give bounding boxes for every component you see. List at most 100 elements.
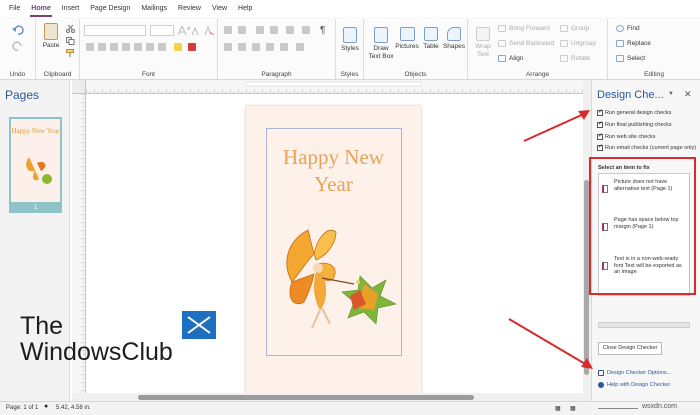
highlight-icon[interactable] bbox=[174, 43, 182, 51]
text-direction-icon[interactable] bbox=[296, 43, 304, 51]
superscript-icon[interactable] bbox=[146, 43, 154, 51]
zoom-slider[interactable] bbox=[598, 408, 638, 409]
replace-button[interactable]: Replace bbox=[616, 40, 651, 47]
pictures-button[interactable]: Pictures bbox=[394, 27, 420, 51]
clipboard-group: Paste Clipboard bbox=[36, 19, 80, 79]
tab-mailings[interactable]: Mailings bbox=[140, 3, 168, 14]
normal-view-icon[interactable]: ▦ bbox=[555, 405, 561, 412]
checkbox-web-site-label: Run web site checks bbox=[605, 134, 656, 140]
show-formatting-icon[interactable]: ¶ bbox=[320, 25, 325, 36]
headline-text[interactable]: Happy New Year bbox=[246, 144, 421, 198]
select-label: Select bbox=[627, 55, 646, 62]
horizontal-ruler[interactable] bbox=[86, 80, 583, 94]
paragraph-group: ¶ Paragraph bbox=[218, 19, 336, 79]
clipboard-group-label: Clipboard bbox=[43, 71, 72, 78]
editing-group: Find Replace Select Editing bbox=[608, 19, 700, 79]
arrange-group: Wrap Text Bring Forward Send Backward Al… bbox=[468, 19, 608, 79]
tab-file[interactable]: File bbox=[8, 3, 21, 14]
justify-icon[interactable] bbox=[266, 43, 274, 51]
tab-help[interactable]: Help bbox=[237, 3, 253, 14]
line-spacing-icon[interactable] bbox=[286, 26, 294, 34]
cut-icon[interactable] bbox=[66, 25, 75, 33]
horizontal-scroll-thumb[interactable] bbox=[138, 395, 474, 400]
fairy-with-leaves-image[interactable] bbox=[274, 224, 404, 344]
tab-review[interactable]: Review bbox=[177, 3, 202, 14]
underline-icon[interactable] bbox=[110, 43, 118, 51]
redo-icon[interactable] bbox=[12, 41, 24, 51]
help-design-checker-link[interactable]: Help with Design Checker bbox=[598, 382, 670, 388]
ungroup-button[interactable]: Ungroup bbox=[560, 40, 596, 47]
checkbox-final-publishing-box[interactable] bbox=[597, 121, 603, 128]
align-right-icon[interactable] bbox=[252, 43, 260, 51]
columns-icon[interactable] bbox=[302, 26, 310, 34]
wrap-text-button[interactable]: Wrap Text bbox=[472, 27, 494, 59]
horizontal-scrollbar[interactable] bbox=[72, 393, 591, 401]
format-painter-icon[interactable] bbox=[66, 49, 75, 57]
font-name-combo[interactable] bbox=[84, 25, 146, 36]
pane-options-chevron-down-icon[interactable]: ▼ bbox=[668, 91, 674, 97]
publication-page[interactable]: Happy New Year bbox=[246, 106, 421, 398]
close-icon[interactable]: ✕ bbox=[684, 89, 692, 100]
checkbox-general-checks[interactable]: Run general design checks bbox=[597, 109, 697, 117]
tab-home[interactable]: Home bbox=[30, 3, 53, 17]
align-button[interactable]: Align bbox=[498, 55, 523, 62]
tab-view[interactable]: View bbox=[211, 3, 228, 14]
checkbox-web-site-box[interactable] bbox=[597, 133, 603, 140]
checkbox-general-checks-box[interactable] bbox=[597, 109, 603, 116]
align-center-icon[interactable] bbox=[238, 43, 246, 51]
styles-button-label: Styles bbox=[341, 45, 359, 52]
styles-button[interactable]: Styles bbox=[338, 27, 362, 53]
select-icon bbox=[616, 55, 624, 62]
tab-page-design[interactable]: Page Design bbox=[89, 3, 131, 14]
table-button[interactable]: Table bbox=[420, 27, 442, 51]
distribute-icon[interactable] bbox=[280, 43, 288, 51]
font-color-icon[interactable] bbox=[188, 43, 196, 51]
font-group-label: Font bbox=[141, 71, 155, 78]
send-backward-label: Send Backward bbox=[509, 40, 555, 47]
checkbox-web-site-checks[interactable]: Run web site checks bbox=[597, 133, 697, 141]
page-thumbnail[interactable]: Happy New Year bbox=[9, 117, 62, 204]
undo-icon[interactable] bbox=[12, 25, 24, 35]
bullets-icon[interactable] bbox=[224, 26, 232, 34]
align-left-icon[interactable] bbox=[224, 43, 232, 51]
group-label: Group bbox=[571, 25, 590, 32]
arrange-group-label: Arrange bbox=[525, 71, 550, 78]
send-backward-button[interactable]: Send Backward bbox=[498, 40, 555, 47]
shrink-font-icon[interactable] bbox=[192, 26, 202, 35]
find-button[interactable]: Find bbox=[616, 25, 640, 32]
rotate-button[interactable]: Rotate bbox=[560, 55, 590, 62]
bold-icon[interactable] bbox=[86, 43, 94, 51]
numbering-icon[interactable] bbox=[238, 26, 246, 34]
italic-icon[interactable] bbox=[98, 43, 106, 51]
change-case-icon[interactable] bbox=[158, 43, 166, 51]
select-button[interactable]: Select bbox=[616, 55, 645, 62]
checkbox-final-publishing-checks[interactable]: Run final publishing checks bbox=[597, 121, 697, 129]
checkbox-email-box[interactable] bbox=[597, 144, 603, 151]
page-indicator[interactable]: Page: 1 of 1 bbox=[6, 405, 38, 411]
pictures-label: Pictures bbox=[395, 43, 419, 50]
two-page-view-icon[interactable]: ▦ bbox=[570, 405, 576, 412]
thumbnail-headline: Happy New Year bbox=[11, 127, 60, 135]
tab-insert[interactable]: Insert bbox=[61, 3, 81, 14]
styles-group-label: Styles bbox=[340, 71, 359, 78]
bring-forward-button[interactable]: Bring Forward bbox=[498, 25, 550, 32]
checkbox-email-label: Run email checks (current page only) bbox=[605, 145, 697, 151]
design-checker-options-link[interactable]: Design Checker Options... bbox=[598, 370, 671, 376]
group-button[interactable]: Group bbox=[560, 25, 589, 32]
decrease-indent-icon[interactable] bbox=[256, 26, 264, 34]
table-icon bbox=[424, 27, 438, 41]
grow-font-icon[interactable] bbox=[178, 26, 190, 35]
wrap-text-label: Wrap Text bbox=[475, 43, 491, 58]
strikethrough-icon[interactable] bbox=[122, 43, 130, 51]
paste-button[interactable]: Paste bbox=[39, 23, 63, 50]
font-size-combo[interactable] bbox=[150, 25, 174, 36]
subscript-icon[interactable] bbox=[134, 43, 142, 51]
clear-formatting-icon[interactable] bbox=[204, 26, 214, 35]
close-design-checker-button[interactable]: Close Design Checker bbox=[598, 342, 662, 355]
checkbox-email-checks[interactable]: Run email checks (current page only) bbox=[597, 144, 697, 152]
draw-text-box-button[interactable]: Draw Text Box bbox=[368, 27, 394, 61]
pictures-icon bbox=[399, 27, 415, 41]
increase-indent-icon[interactable] bbox=[270, 26, 278, 34]
shapes-button[interactable]: Shapes bbox=[442, 27, 466, 51]
copy-icon[interactable] bbox=[66, 37, 75, 45]
